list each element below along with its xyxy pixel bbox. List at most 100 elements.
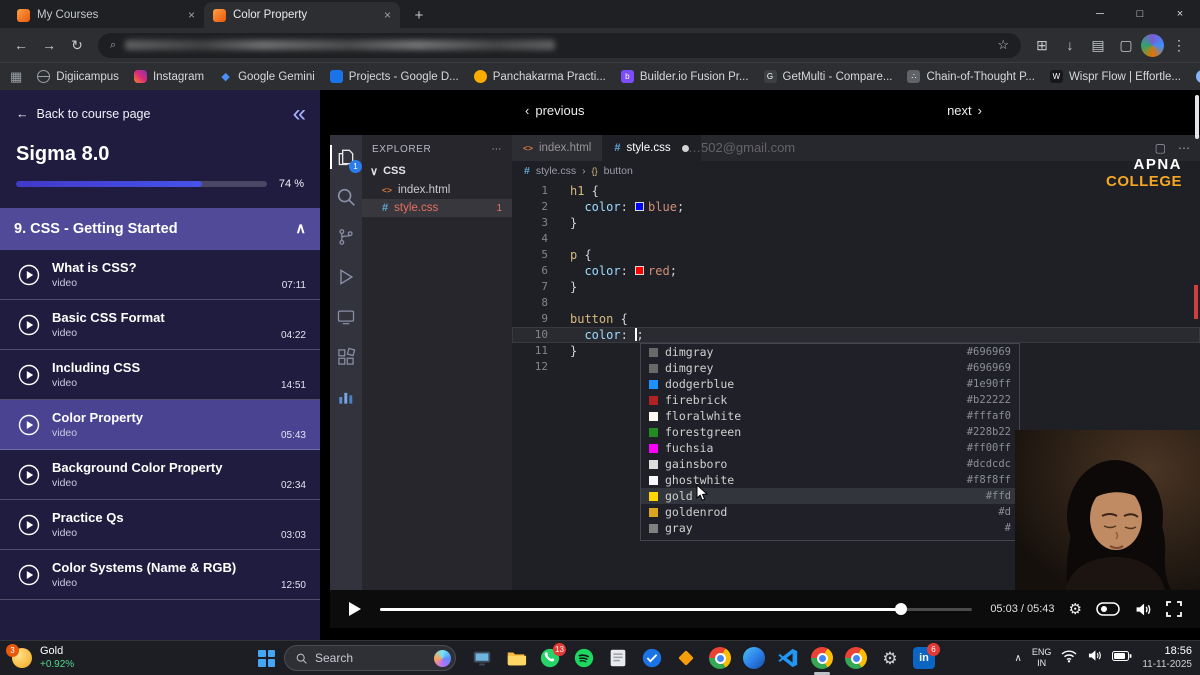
taskbar-search[interactable]: Search [284,645,456,671]
ambient-toggle-icon[interactable] [1096,602,1120,616]
back-button[interactable]: ← [8,32,34,58]
new-tab-button[interactable]: + [408,4,430,26]
window-close-button[interactable]: × [1160,0,1200,28]
tab-close-icon[interactable]: × [188,9,195,21]
address-bar[interactable]: ⌕ ☆ [98,32,1021,58]
language-indicator[interactable]: ENG IN [1032,647,1052,670]
linkedin-icon[interactable]: in 6 [907,641,941,675]
back-to-course-link[interactable]: ← Back to course page [16,107,150,121]
vscode-icon[interactable] [771,641,805,675]
explorer-more-icon[interactable]: ⋯ [491,144,502,155]
suggestion-item[interactable]: dodgerblue #1e90ff [641,376,1019,392]
window-minimize-button[interactable]: ─ [1080,0,1120,28]
file-explorer-icon[interactable] [499,641,533,675]
window-maximize-button[interactable]: □ [1120,0,1160,28]
code-line[interactable]: 10 color: ; [512,327,1200,343]
suggestion-item[interactable]: goldenrod #d [641,504,1019,520]
files-explorer-icon[interactable]: 1 [330,145,362,173]
code-line[interactable]: 9 button { [512,311,1200,327]
video-progress-bar[interactable] [380,603,973,615]
code-line[interactable]: 2 color: blue; [512,199,1200,215]
whatsapp-icon[interactable]: 13 [533,641,567,675]
previous-button[interactable]: ‹ previous [525,103,584,118]
fullscreen-icon[interactable] [1166,601,1182,617]
chart-icon[interactable] [334,385,358,409]
browser-menu-icon[interactable]: ⋮ [1166,32,1192,58]
suggestion-item[interactable]: gainsboro #dcdcdc [641,456,1019,472]
file-index-html[interactable]: <> index.html [362,181,512,199]
search-icon[interactable] [334,185,358,209]
file-style-css[interactable]: # style.css 1 [362,199,512,217]
forward-button[interactable]: → [36,32,62,58]
next-button[interactable]: next › [947,103,982,118]
code-line[interactable]: 8 [512,295,1200,311]
section-header[interactable]: 9. CSS - Getting Started ∧ [0,208,320,251]
clock[interactable]: 18:56 11-11-2025 [1142,645,1192,671]
diamond-app-icon[interactable] [669,641,703,675]
suggestion-item[interactable]: forestgreen #228b22 [641,424,1019,440]
settings-icon[interactable]: ⚙ [873,641,907,675]
spotify-icon[interactable] [567,641,601,675]
browser-scrollbar-thumb[interactable] [1195,95,1199,139]
breadcrumb[interactable]: # style.css › {} button [512,161,1200,180]
reading-list-icon[interactable]: ▤ [1085,32,1111,58]
downloads-icon[interactable]: ↓ [1057,32,1083,58]
code-line[interactable]: 7} [512,279,1200,295]
bookmark-item[interactable]: W Wispr Flow | Effortle... [1049,70,1181,83]
suggestion-item[interactable]: firebrick #b22222 [641,392,1019,408]
reload-button[interactable]: ↻ [64,32,90,58]
suggestion-item[interactable]: dimgray #696969 [641,344,1019,360]
apps-grid-icon[interactable]: ▦ [10,69,22,85]
bookmark-item[interactable]: Instagram [133,70,204,83]
bookmark-item[interactable]: G GetMulti - Compare... [763,70,892,83]
bookmark-item[interactable]: b Builder.io Fusion Pr... [620,70,749,83]
lesson-item[interactable]: Background Color Property video 02:34 [0,450,320,501]
code-line[interactable]: 6 color: red; [512,263,1200,279]
system-monitor-icon[interactable] [465,641,499,675]
folder-css[interactable]: ∨ CSS [362,162,512,181]
remote-explorer-icon[interactable] [334,305,358,329]
volume-icon[interactable] [1134,602,1152,617]
lesson-item[interactable]: What is CSS? video 07:11 [0,250,320,301]
suggestion-item[interactable]: dimgrey #696969 [641,360,1019,376]
suggestion-item[interactable]: green [641,536,1019,540]
side-panel-icon[interactable]: ▢ [1113,32,1139,58]
extensions-icon[interactable] [334,345,358,369]
editor-tab-style-css[interactable]: # style.css [603,135,701,161]
edge-icon[interactable] [737,641,771,675]
split-editor-icon[interactable]: ▢ [1155,141,1166,155]
chrome-icon[interactable] [703,641,737,675]
lesson-item[interactable]: Color Property video 05:43 [0,400,320,451]
chrome-icon[interactable] [839,641,873,675]
lesson-item[interactable]: Basic CSS Format video 04:22 [0,300,320,351]
code-line[interactable]: 3} [512,215,1200,231]
video-player[interactable]: 1 EXPLORER ⋯ ∨ CSS <> index.html # style… [330,135,1200,590]
tray-chevron-icon[interactable]: ∧ [1014,653,1021,664]
suggestion-item[interactable]: fuchsia #ff00ff [641,440,1019,456]
editor-more-icon[interactable]: ⋯ [1178,141,1190,155]
lesson-item[interactable]: Including CSS video 14:51 [0,350,320,401]
lesson-item[interactable]: Color Systems (Name & RGB) video 12:50 [0,550,320,601]
bookmark-item[interactable]: Projects - Google D... [329,70,459,83]
run-debug-icon[interactable] [334,265,358,289]
bookmark-item[interactable]: Digiicampus [37,70,119,83]
settings-gear-icon[interactable]: ⚙ [1069,602,1082,617]
suggestion-item[interactable]: floralwhite #fffaf0 [641,408,1019,424]
extensions-icon[interactable]: ⊞ [1029,32,1055,58]
source-control-icon[interactable] [334,225,358,249]
profile-avatar[interactable] [1141,33,1164,57]
bookmark-item[interactable]: EEmily [1195,70,1200,83]
bookmark-item[interactable]: ∴ Chain-of-Thought P... [907,70,1035,83]
tab-close-icon[interactable]: × [384,9,391,21]
collapse-sidebar-icon[interactable]: « [293,101,310,125]
code-line[interactable]: 5 p { [512,247,1200,263]
widgets-button[interactable]: 3 Gold +0.92% [0,641,86,675]
chrome-icon[interactable] [805,641,839,675]
video-progress-knob[interactable] [895,603,908,615]
volume-icon[interactable] [1087,649,1102,667]
tab-color-property[interactable]: Color Property × [204,2,400,28]
lesson-item[interactable]: Practice Qs video 03:03 [0,500,320,551]
blue-app-icon[interactable] [635,641,669,675]
notepad-icon[interactable] [601,641,635,675]
suggestion-item[interactable]: gray # [641,520,1019,536]
